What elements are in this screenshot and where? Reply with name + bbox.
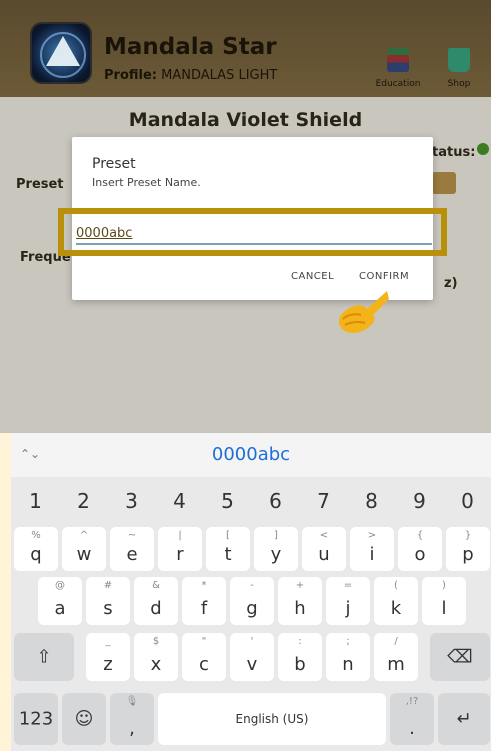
key-o[interactable]: {o [398,527,442,571]
education-button[interactable]: Education [369,48,427,94]
key-i[interactable]: > i [350,527,394,571]
dialog-message: Insert Preset Name. [92,176,201,189]
key-z[interactable]: _ z [86,633,130,681]
soft-keyboard: ⌃⌄ 0000abc 1 2 3 4 5 6 7 8 9 0 % q ^ w ~ e … [11,433,491,751]
status-label: tatus: [432,145,476,160]
key-m[interactable]: / m [374,633,418,681]
key-u[interactable]: < u [302,527,346,571]
books-icon [387,48,409,72]
shift-icon: ⇧ [36,646,52,668]
key-t[interactable]: [t [206,527,250,571]
confirm-button[interactable]: CONFIRM [359,271,409,282]
period-key[interactable]: ,!?. [390,693,434,745]
page-title: Mandala Violet Shield [128,109,363,131]
key-d[interactable]: & d [134,577,178,625]
key-9[interactable]: 9 [397,481,442,521]
symbols-key[interactable]: 123 [14,693,58,745]
key-4[interactable]: 4 [157,481,202,521]
key-6[interactable]: 6 [253,481,298,521]
key-w[interactable]: ^ w [62,527,106,571]
space-key[interactable]: English (US) [158,693,386,745]
key-7[interactable]: 7 [301,481,346,521]
key-s[interactable]: # s [86,577,130,625]
key-y[interactable]: ] y [254,527,298,571]
cancel-button[interactable]: CANCEL [291,271,334,282]
profile-name: MANDALAS LIGHT [161,68,278,83]
comma-key[interactable]: 🎙, [110,693,154,745]
emoji-key[interactable]: ☺ [62,693,106,745]
backspace-icon: ⌫ [447,646,473,668]
key-e[interactable]: ~ e [110,527,154,571]
key-8[interactable]: 8 [349,481,394,521]
profile-line: Profile: MANDALAS LIGHT [104,68,277,83]
key-0[interactable]: 0 [445,481,490,521]
key-p[interactable]: } p [446,527,490,571]
key-a[interactable]: @ a [38,577,82,625]
key-h[interactable]: + h [278,577,322,625]
key-g[interactable]: -g [230,577,274,625]
shop-button[interactable]: Shop [433,48,485,94]
app-title: Mandala Star [104,34,277,60]
input-highlight-frame [58,208,447,256]
app-header: Mandala Star Profile: MANDALAS LIGHT Edu… [0,0,491,97]
microphone-icon: 🎙 [125,696,139,707]
suggestion-word[interactable]: 0000abc [11,444,491,465]
suggestion-bar: ⌃⌄ 0000abc [11,433,491,477]
key-f[interactable]: * f [182,577,226,625]
key-r[interactable]: | r [158,527,202,571]
backspace-key[interactable]: ⌫ [430,633,490,681]
key-b[interactable]: :b [278,633,322,681]
key-3[interactable]: 3 [109,481,154,521]
key-q[interactable]: % q [14,527,58,571]
preset-label: Preset [16,177,64,192]
shift-key[interactable]: ⇧ [14,633,74,681]
emoji-icon: ☺ [74,708,94,730]
key-5[interactable]: 5 [205,481,250,521]
dialog-title: Preset [92,156,136,172]
key-l[interactable]: ) l [422,577,466,625]
enter-icon: ↵ [456,708,472,730]
enter-key[interactable]: ↵ [438,693,490,745]
status-indicator [477,143,489,155]
education-label: Education [375,79,421,89]
key-k[interactable]: (k [374,577,418,625]
key-c[interactable]: " c [182,633,226,681]
key-n[interactable]: ; n [326,633,370,681]
key-1[interactable]: 1 [13,481,58,521]
app-logo [30,22,92,84]
shop-label: Shop [447,79,471,89]
pointing-hand-icon [339,291,389,333]
key-2[interactable]: 2 [61,481,106,521]
profile-label: Profile: [104,68,157,83]
key-j[interactable]: = j [326,577,370,625]
key-x[interactable]: $ x [134,633,178,681]
key-v[interactable]: ' v [230,633,274,681]
shopping-basket-icon [448,48,470,72]
preset-select [432,172,456,194]
hz-label: z) [444,276,458,291]
